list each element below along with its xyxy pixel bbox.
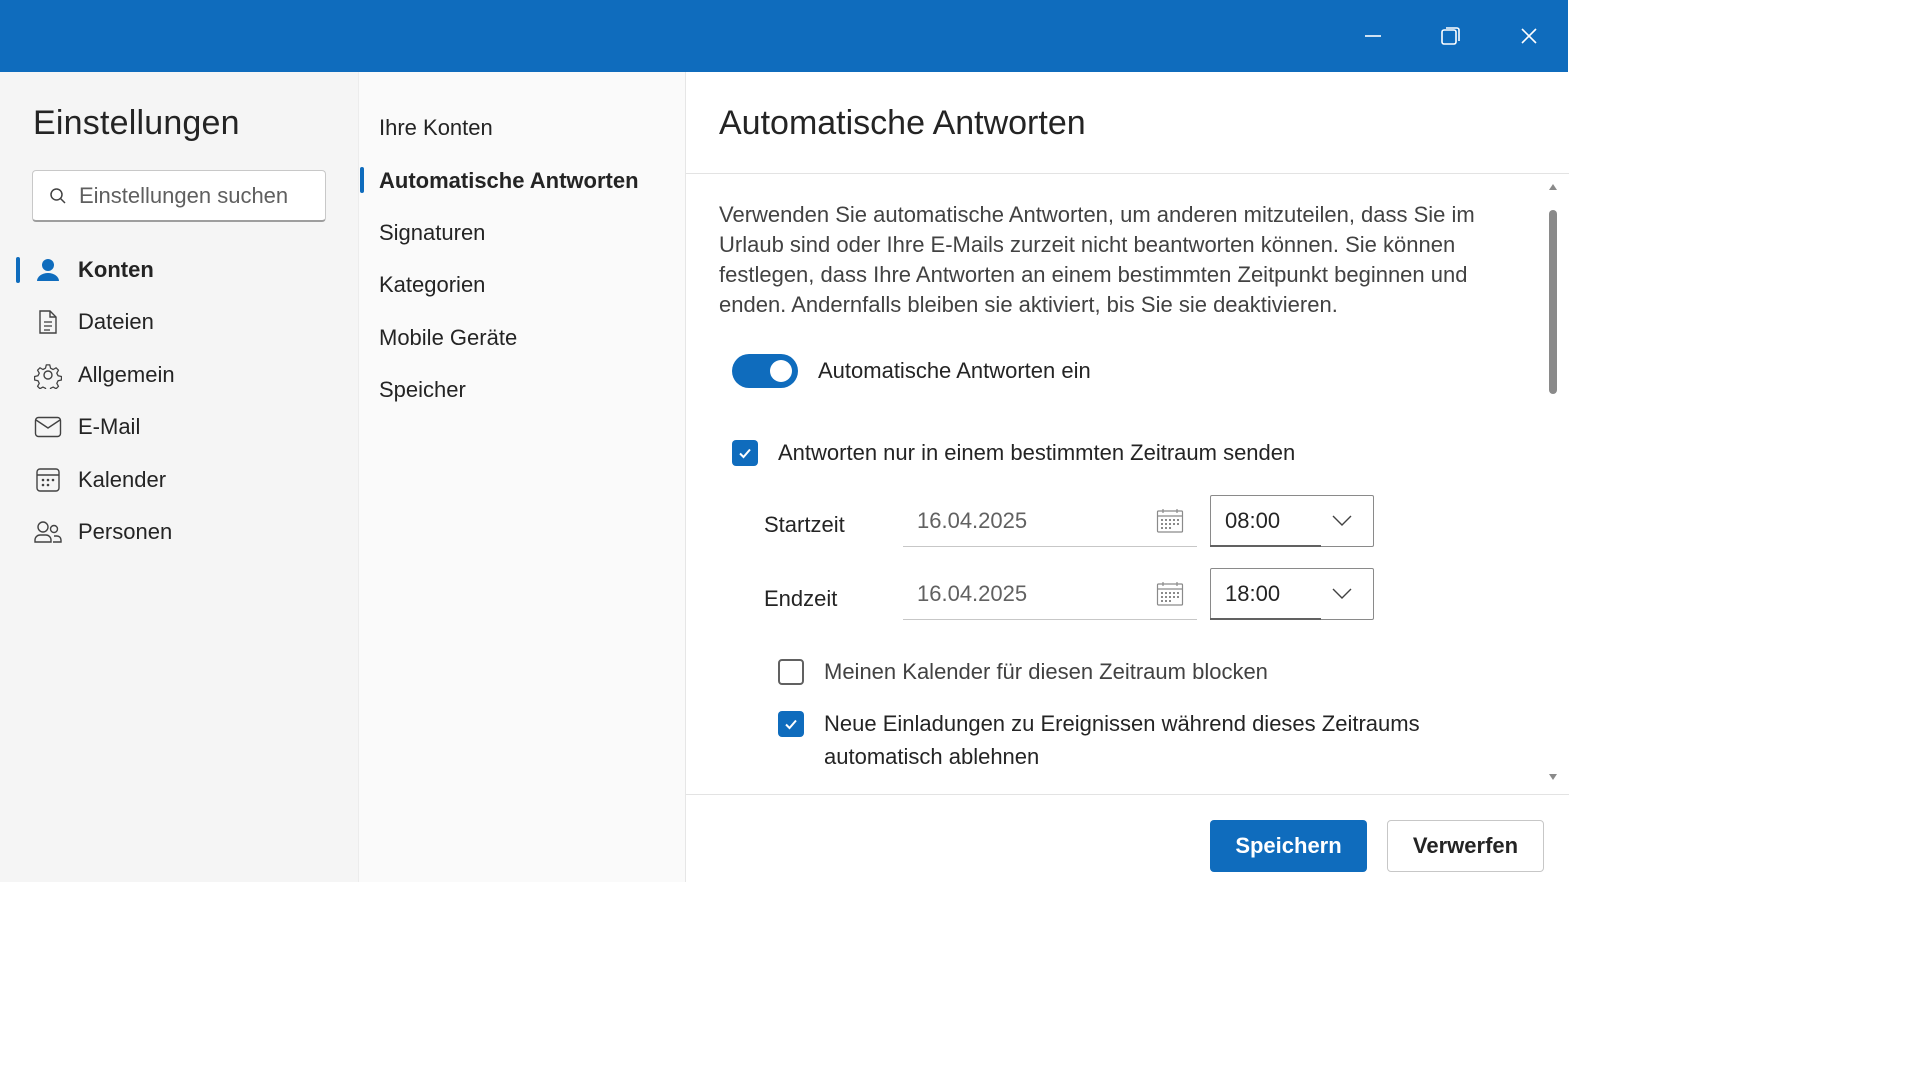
end-date-calendar-icon[interactable] <box>1155 579 1185 609</box>
checkmark-icon <box>739 448 751 459</box>
account-subnav: Ihre Konten Automatische Antworten Signa… <box>358 72 685 882</box>
close-button[interactable] <box>1506 14 1552 58</box>
subnav-item-label: Mobile Geräte <box>379 324 518 350</box>
scroll-up-arrow-icon[interactable] <box>1549 184 1557 190</box>
subnav-item-signaturen[interactable]: Signaturen <box>359 207 686 259</box>
time-range-checkbox[interactable] <box>732 440 758 466</box>
discard-button[interactable]: Verwerfen <box>1387 820 1544 872</box>
decline-invites-checkbox-row[interactable]: Neue Einladungen zu Ereignissen während … <box>778 711 1458 773</box>
minimize-icon <box>1365 35 1381 37</box>
gear-icon <box>34 361 62 389</box>
sidebar-item-label: Kalender <box>78 466 167 492</box>
start-time-label: Startzeit <box>764 512 845 537</box>
chevron-down-icon <box>1331 510 1353 532</box>
subnav-item-label: Automatische Antworten <box>379 167 639 193</box>
subnav-item-speicher[interactable]: Speicher <box>359 364 686 416</box>
auto-reply-toggle-row[interactable]: Automatische Antworten ein <box>732 354 1091 388</box>
close-icon <box>1521 28 1537 44</box>
scroll-thumb[interactable] <box>1549 210 1557 394</box>
subnav-item-automatische-antworten[interactable]: Automatische Antworten <box>359 154 686 206</box>
select-underline <box>1210 618 1321 620</box>
block-calendar-checkbox-label: Meinen Kalender für diesen Zeitraum bloc… <box>824 659 1268 684</box>
toggle-knob <box>770 360 792 382</box>
sidebar-item-konten[interactable]: Konten <box>0 244 358 296</box>
save-button[interactable]: Speichern <box>1210 820 1367 872</box>
settings-search-box[interactable] <box>32 170 326 222</box>
subnav-item-label: Kategorien <box>379 272 486 298</box>
end-time-select[interactable]: 18:00 <box>1210 568 1374 620</box>
sidebar-item-label: E-Mail <box>78 414 141 440</box>
block-calendar-checkbox-row[interactable]: Meinen Kalender für diesen Zeitraum bloc… <box>778 659 1268 688</box>
restore-icon <box>1441 27 1460 45</box>
settings-search-input[interactable] <box>79 182 319 209</box>
subnav-item-mobile-geraete[interactable]: Mobile Geräte <box>359 312 686 364</box>
title-bar <box>0 0 1568 72</box>
mail-icon <box>34 413 62 441</box>
sidebar-item-label: Dateien <box>78 309 154 335</box>
settings-nav: Konten Dateien Allgemein E-Mail Kalender <box>0 244 358 558</box>
decline-invites-checkbox-label: Neue Einladungen zu Ereignissen während … <box>824 711 1420 769</box>
settings-title: Einstellungen <box>33 104 240 142</box>
end-time-label: Endzeit <box>764 586 838 611</box>
scroll-down-arrow-icon[interactable] <box>1549 774 1557 780</box>
chevron-down-icon <box>1331 583 1353 605</box>
toggle-label: Automatische Antworten ein <box>818 358 1091 383</box>
search-icon <box>49 187 67 205</box>
subnav-item-kategorien[interactable]: Kategorien <box>359 259 686 311</box>
start-date-calendar-icon[interactable] <box>1155 506 1185 536</box>
sidebar-item-label: Personen <box>78 518 173 544</box>
settings-sidebar: Einstellungen Konten Dateien Allgemein <box>0 72 358 882</box>
description-text: Verwenden Sie automatische Antworten, um… <box>719 202 1475 317</box>
subnav-item-label: Speicher <box>379 377 466 403</box>
content-scrollbar[interactable] <box>1546 174 1560 794</box>
select-underline <box>1210 545 1321 547</box>
calendar-icon <box>34 466 62 494</box>
subnav-item-label: Signaturen <box>379 219 486 245</box>
start-date-value: 16.04.2025 <box>917 507 1028 533</box>
subnav-item-label: Ihre Konten <box>379 115 493 141</box>
block-calendar-checkbox[interactable] <box>778 659 804 685</box>
sidebar-item-label: Konten <box>78 257 154 282</box>
start-time-value: 08:00 <box>1225 508 1281 533</box>
sidebar-item-email[interactable]: E-Mail <box>0 401 358 453</box>
decline-invites-checkbox[interactable] <box>778 711 804 737</box>
automatic-replies-panel: Automatische Antworten Verwenden Sie aut… <box>685 72 1569 882</box>
auto-reply-toggle[interactable] <box>732 354 798 388</box>
footer-divider <box>686 794 1569 795</box>
time-range-checkbox-label: Antworten nur in einem bestimmten Zeitra… <box>778 440 1296 465</box>
subnav-item-ihre-konten[interactable]: Ihre Konten <box>359 102 686 154</box>
person-icon <box>34 256 62 284</box>
time-range-checkbox-row[interactable]: Antworten nur in einem bestimmten Zeitra… <box>732 440 1295 469</box>
settings-content: Verwenden Sie automatische Antworten, um… <box>686 174 1569 794</box>
minimize-button[interactable] <box>1350 14 1396 58</box>
sidebar-item-kalender[interactable]: Kalender <box>0 454 358 506</box>
end-time-value: 18:00 <box>1225 581 1281 606</box>
checkmark-icon <box>785 719 797 730</box>
sidebar-item-dateien[interactable]: Dateien <box>0 296 358 348</box>
end-date-value: 16.04.2025 <box>917 580 1028 606</box>
end-date-field[interactable]: 16.04.2025 <box>903 568 1197 620</box>
restore-button[interactable] <box>1428 14 1474 58</box>
start-time-select[interactable]: 08:00 <box>1210 495 1374 547</box>
sidebar-item-personen[interactable]: Personen <box>0 506 358 558</box>
sidebar-item-label: Allgemein <box>78 361 175 387</box>
document-icon <box>34 308 62 336</box>
sidebar-item-allgemein[interactable]: Allgemein <box>0 349 358 401</box>
people-icon <box>34 518 62 546</box>
page-title: Automatische Antworten <box>719 104 1086 142</box>
start-date-field[interactable]: 16.04.2025 <box>903 495 1197 547</box>
